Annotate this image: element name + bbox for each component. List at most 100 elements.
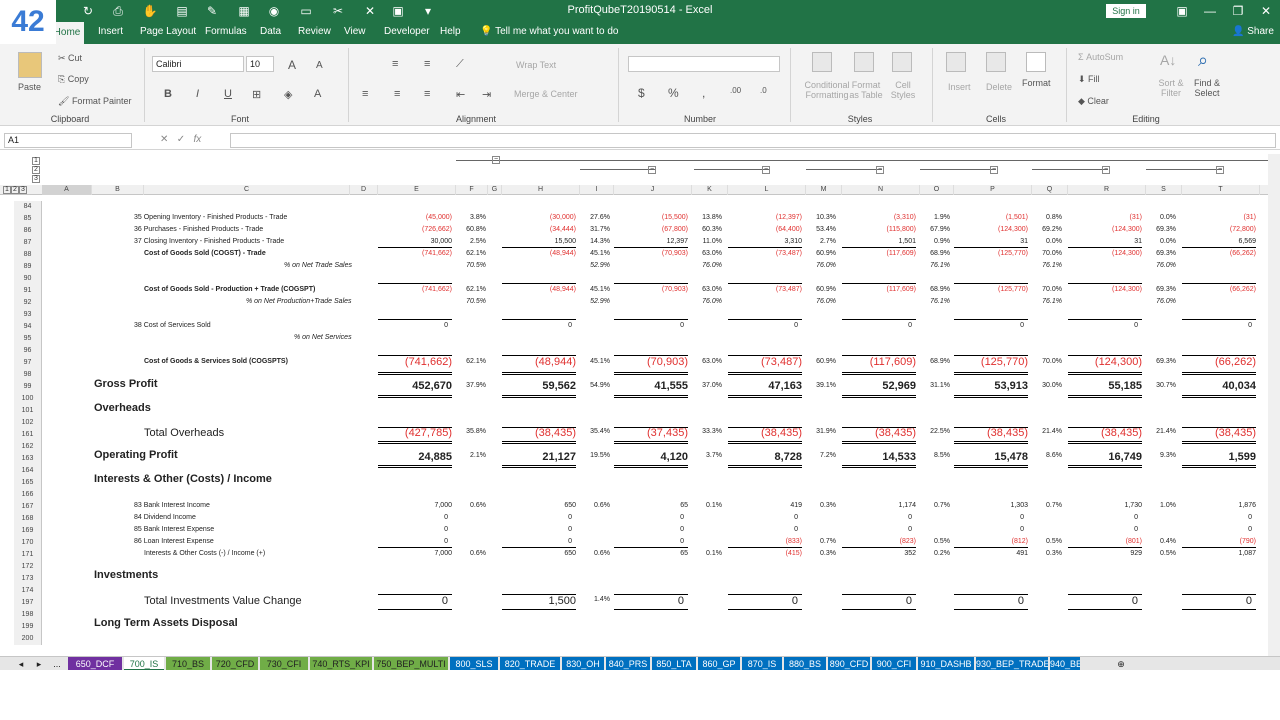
- value-cell[interactable]: (38,435): [954, 427, 1028, 440]
- value-cell[interactable]: (67,800): [614, 225, 688, 234]
- close-doc-icon[interactable]: ✕: [362, 3, 378, 19]
- sheet-tab-940_be[interactable]: 940_BE: [1050, 657, 1080, 671]
- tab-view[interactable]: View: [344, 26, 366, 37]
- percent-cell[interactable]: 63.0%: [692, 357, 722, 366]
- percent-cell[interactable]: 9.3%: [1146, 451, 1176, 460]
- row-label[interactable]: % on Net Production+Trade Sales: [246, 297, 352, 306]
- worksheet-grid[interactable]: 1 2 3 − − − − − − − 1 2 3 A B C D E F G …: [0, 154, 1280, 656]
- sheet-tab-840_prs[interactable]: 840_PRS: [606, 657, 650, 671]
- percent-cell[interactable]: 1.0%: [1146, 501, 1176, 510]
- row-header-163[interactable]: 163: [14, 453, 42, 465]
- col-header-r[interactable]: R: [1068, 185, 1146, 195]
- value-cell[interactable]: (66,262): [1182, 356, 1256, 369]
- font-size-select[interactable]: 10: [246, 56, 274, 72]
- format-cells-icon[interactable]: [1026, 52, 1046, 72]
- value-cell[interactable]: 0: [728, 595, 798, 608]
- sheet-tab-820_trade[interactable]: 820_TRADE: [500, 657, 560, 671]
- row-header-172[interactable]: 172: [14, 561, 42, 573]
- row-header-174[interactable]: 174: [14, 585, 42, 597]
- value-cell[interactable]: (125,770): [954, 249, 1028, 258]
- percent-cell[interactable]: 76.0%: [1146, 261, 1176, 270]
- value-cell[interactable]: 1,500: [502, 595, 576, 608]
- align-left-icon[interactable]: ≡: [362, 88, 368, 100]
- percent-cell[interactable]: 60.9%: [806, 357, 836, 366]
- value-cell[interactable]: 21,127: [502, 451, 576, 464]
- increase-decimal-icon[interactable]: .00: [730, 86, 741, 95]
- currency-icon[interactable]: $: [638, 86, 645, 100]
- col-header-k[interactable]: K: [692, 185, 728, 195]
- value-cell[interactable]: 0: [1182, 513, 1252, 522]
- row-header-92[interactable]: 92: [14, 297, 42, 309]
- percent-cell[interactable]: 63.0%: [692, 249, 722, 258]
- percent-cell[interactable]: 69.3%: [1146, 225, 1176, 234]
- value-cell[interactable]: 30,000: [378, 237, 452, 246]
- tell-me-box[interactable]: 💡 Tell me what you want to do: [480, 26, 618, 37]
- ribbon-display-icon[interactable]: ▣: [1170, 2, 1194, 20]
- percent-cell[interactable]: 69.2%: [1032, 225, 1062, 234]
- format-cells-button[interactable]: Format: [1022, 78, 1051, 88]
- row-label[interactable]: Operating Profit: [94, 450, 178, 461]
- align-top-icon[interactable]: ≡: [392, 58, 398, 70]
- percent-cell[interactable]: 62.1%: [456, 249, 486, 258]
- value-cell[interactable]: (38,435): [1068, 427, 1142, 440]
- value-cell[interactable]: 40,034: [1182, 380, 1256, 393]
- row-label[interactable]: 85 Bank Interest Expense: [134, 525, 214, 534]
- col-header-b[interactable]: B: [92, 185, 144, 195]
- value-cell[interactable]: 0: [614, 513, 684, 522]
- value-cell[interactable]: 14,533: [842, 451, 916, 464]
- value-cell[interactable]: 0: [1068, 525, 1138, 534]
- sort-icon[interactable]: A↓: [1160, 52, 1176, 68]
- percent-cell[interactable]: 68.9%: [920, 249, 950, 258]
- value-cell[interactable]: 929: [1068, 549, 1142, 558]
- percent-cell[interactable]: 0.3%: [806, 549, 836, 558]
- cut-button[interactable]: ✂ Cut: [58, 53, 82, 64]
- row-label[interactable]: % on Net Trade Sales: [284, 261, 352, 270]
- name-box[interactable]: A1: [4, 133, 132, 148]
- copy-button[interactable]: ⎘ Copy: [58, 74, 89, 85]
- value-cell[interactable]: 6,569: [1182, 237, 1256, 246]
- value-cell[interactable]: 650: [502, 501, 576, 510]
- value-cell[interactable]: 0: [378, 321, 448, 330]
- restore-icon[interactable]: ❐: [1226, 2, 1250, 20]
- value-cell[interactable]: 3,310: [728, 237, 802, 246]
- percent-cell[interactable]: 76.1%: [920, 261, 950, 270]
- format-as-table-button[interactable]: Format as Table: [848, 80, 884, 100]
- percent-cell[interactable]: 39.1%: [806, 381, 836, 390]
- font-name-select[interactable]: Calibri: [152, 56, 244, 72]
- add-sheet-icon[interactable]: ⊕: [1114, 657, 1128, 671]
- value-cell[interactable]: 41,555: [614, 380, 688, 393]
- format-table-icon[interactable]: [854, 52, 874, 72]
- percent-cell[interactable]: 1.4%: [580, 595, 610, 604]
- delete-cells-button[interactable]: Delete: [986, 82, 1012, 92]
- col-header-c[interactable]: C: [144, 185, 350, 195]
- percent-cell[interactable]: 63.0%: [692, 285, 722, 294]
- value-cell[interactable]: (30,000): [502, 213, 576, 222]
- col-header-g[interactable]: G: [488, 185, 502, 195]
- value-cell[interactable]: 1,599: [1182, 451, 1256, 464]
- value-cell[interactable]: (31): [1182, 213, 1256, 222]
- percent-cell[interactable]: 69.3%: [1146, 285, 1176, 294]
- col-header-a[interactable]: A: [42, 185, 92, 195]
- percent-cell[interactable]: 2.7%: [806, 237, 836, 246]
- tab-help[interactable]: Help: [440, 26, 461, 37]
- value-cell[interactable]: 0: [842, 525, 912, 534]
- percent-cell[interactable]: 60.3%: [692, 225, 722, 234]
- percent-cell[interactable]: 8.6%: [1032, 451, 1062, 460]
- col-header-h[interactable]: H: [502, 185, 580, 195]
- sheet-tab-930_bep_trade[interactable]: 930_BEP_TRADE: [976, 657, 1048, 671]
- percent-cell[interactable]: 69.3%: [1146, 357, 1176, 366]
- sheet-tab-900_cfi[interactable]: 900_CFI: [872, 657, 916, 671]
- value-cell[interactable]: 1,087: [1182, 549, 1256, 558]
- tab-formulas[interactable]: Formulas: [205, 26, 247, 37]
- tab-developer[interactable]: Developer: [384, 26, 430, 37]
- row-header-100[interactable]: 100: [14, 393, 42, 405]
- value-cell[interactable]: (31): [1068, 213, 1142, 222]
- value-cell[interactable]: (741,662): [378, 249, 452, 258]
- value-cell[interactable]: 31: [1068, 237, 1142, 246]
- percent-cell[interactable]: 35.8%: [456, 427, 486, 436]
- underline-icon[interactable]: U: [224, 88, 232, 100]
- insert-cells-button[interactable]: Insert: [948, 82, 971, 92]
- value-cell[interactable]: 52,969: [842, 380, 916, 393]
- touch-mode-icon[interactable]: ✋: [142, 3, 158, 19]
- tab-data[interactable]: Data: [260, 26, 281, 37]
